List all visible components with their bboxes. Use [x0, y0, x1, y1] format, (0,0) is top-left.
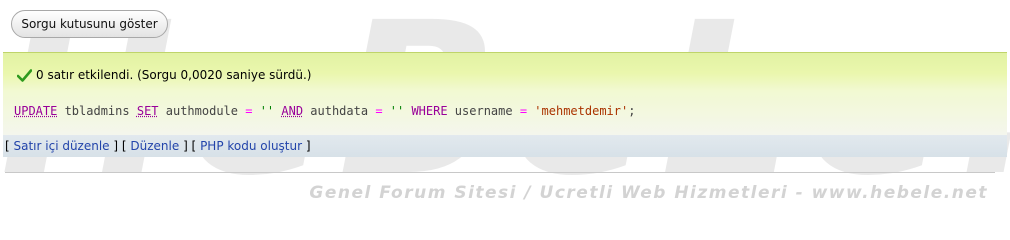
sql-keyword-where: WHERE: [411, 104, 448, 118]
sql-terminator: ;: [628, 104, 636, 118]
sql-keyword-update[interactable]: UPDATE: [14, 104, 57, 118]
watermark-tagline: Genel Forum Sitesi / Ucretli Web Hizmetl…: [309, 183, 988, 203]
sql-table: tbladmins: [57, 104, 137, 118]
sql-operator: =: [519, 104, 528, 118]
edit-link[interactable]: Düzenle: [130, 139, 179, 153]
php-code-link[interactable]: PHP kodu oluştur: [200, 139, 302, 153]
checkmark-icon: [17, 68, 32, 82]
show-query-box-button[interactable]: Sorgu kutusunu göster: [11, 10, 168, 38]
inline-edit-link[interactable]: Satır içi düzenle: [14, 139, 110, 153]
bracket-separator: ] [: [109, 139, 131, 153]
sql-column-authdata: authdata: [303, 104, 376, 118]
query-actions-bar: [ Satır içi düzenle ] [ Düzenle ] [ PHP …: [3, 135, 1007, 157]
sql-column-username: username: [447, 104, 520, 118]
sql-keyword-and[interactable]: AND: [281, 104, 303, 118]
sql-value-empty: '': [382, 104, 412, 118]
success-message: 0 satır etkilendi. (Sorgu 0,0020 saniye …: [17, 67, 311, 83]
sql-column-authmodule: authmodule: [158, 104, 246, 118]
sql-operator: =: [375, 104, 383, 118]
sql-keyword-set[interactable]: SET: [137, 104, 159, 118]
sql-value-username: 'mehmetdemir': [534, 104, 629, 118]
bracket-close: ]: [302, 139, 311, 153]
sql-value-empty: '': [252, 104, 282, 118]
success-text: 0 satır etkilendi. (Sorgu 0,0020 saniye …: [36, 68, 312, 82]
sql-query: UPDATE tbladmins SET authmodule = '' AND…: [14, 104, 635, 118]
divider: [5, 172, 995, 173]
bracket-separator: ] [: [179, 139, 201, 153]
bracket-open: [: [5, 139, 14, 153]
